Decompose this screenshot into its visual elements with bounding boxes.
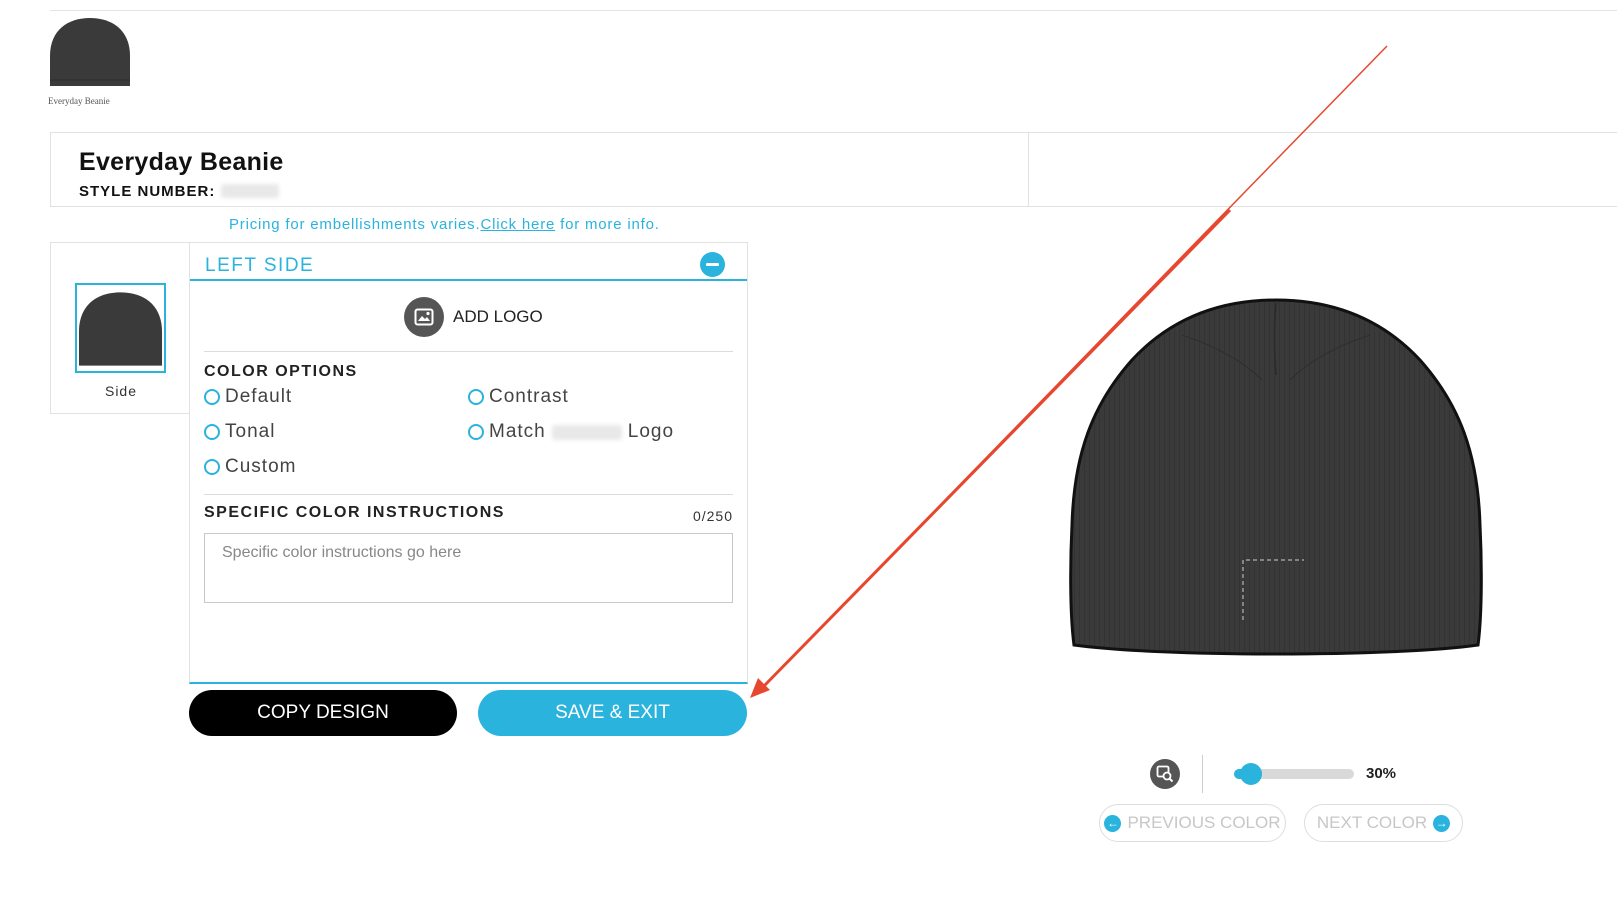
radio-custom[interactable]: Custom [204,456,296,478]
product-thumbnail-caption: Everyday Beanie [48,96,110,106]
beanie-preview-image [1069,298,1483,656]
zoom-controls: 30% [1150,755,1410,793]
top-divider [50,10,1617,11]
previous-color-button[interactable]: ← PREVIOUS COLOR [1099,804,1286,842]
zoom-slider-handle[interactable] [1240,763,1262,785]
instructions-label: SPECIFIC COLOR INSTRUCTIONS [204,504,505,521]
radio-circle[interactable] [468,389,484,405]
view-selector-panel: Side [50,242,190,414]
annotation-arrow-head [750,678,770,698]
copy-design-button[interactable]: COPY DESIGN [189,690,457,736]
style-number-row: STYLE NUMBER: [79,183,280,200]
radio-tonal-label: Tonal [225,421,276,442]
next-color-button[interactable]: NEXT COLOR → [1304,804,1463,842]
image-icon [404,297,444,337]
beanie-thumbnail-image [50,18,130,86]
pricing-info-link[interactable]: Click here [480,216,555,233]
pricing-note: Pricing for embellishments varies.Click … [229,216,660,233]
product-thumbnail[interactable]: Everyday Beanie [48,16,136,106]
radio-circle[interactable] [468,424,484,440]
zoom-slider[interactable] [1234,763,1354,785]
radio-default[interactable]: Default [204,386,292,408]
radio-circle[interactable] [204,389,220,405]
previous-color-label: PREVIOUS COLOR [1127,813,1281,832]
redacted-brand-name [551,424,622,440]
radio-circle[interactable] [204,424,220,440]
add-logo-button[interactable]: ADD LOGO [404,297,543,337]
zoom-value: 30% [1366,765,1397,782]
color-options-label: COLOR OPTIONS [204,363,358,380]
product-title: Everyday Beanie [79,148,284,176]
decoration-editor-panel: LEFT SIDE ADD LOGO COLOR OPTIONS Default… [189,242,748,684]
divider [204,494,733,495]
radio-contrast[interactable]: Contrast [468,386,569,408]
radio-match-suffix: Logo [627,421,675,442]
save-exit-button[interactable]: SAVE & EXIT [478,690,747,736]
view-thumbnail-side[interactable] [75,283,166,373]
character-counter: 0/250 [692,508,733,524]
info-box-divider [1028,133,1029,206]
editor-header: LEFT SIDE [190,243,747,281]
zoom-image-icon[interactable] [1150,759,1180,789]
editor-section-title: LEFT SIDE [205,255,315,276]
radio-custom-label: Custom [225,456,297,477]
color-instructions-input[interactable] [204,533,733,603]
add-logo-label: ADD LOGO [453,307,543,326]
product-info-box: Everyday Beanie STYLE NUMBER: [50,132,1617,207]
radio-circle[interactable] [204,459,220,475]
arrow-right-circle-icon: → [1433,814,1451,832]
beanie-side-thumbnail-image [78,292,163,366]
next-color-label: NEXT COLOR [1316,813,1428,832]
arrow-left-circle-icon: ← [1104,814,1122,832]
radio-contrast-label: Contrast [489,386,569,407]
collapse-icon[interactable] [700,252,725,277]
pricing-note-prefix: Pricing for embellishments varies. [229,216,481,233]
radio-match-prefix: Match [489,421,546,442]
divider [204,351,733,352]
pricing-note-suffix: for more info. [555,216,660,233]
style-number-label: STYLE NUMBER: [79,183,216,200]
radio-match-logo[interactable]: Match Logo [468,421,674,443]
style-number-value-redacted [221,184,280,198]
radio-tonal[interactable]: Tonal [204,421,275,443]
zoom-divider [1202,755,1203,793]
view-label-side: Side [104,383,138,399]
radio-default-label: Default [225,386,293,407]
